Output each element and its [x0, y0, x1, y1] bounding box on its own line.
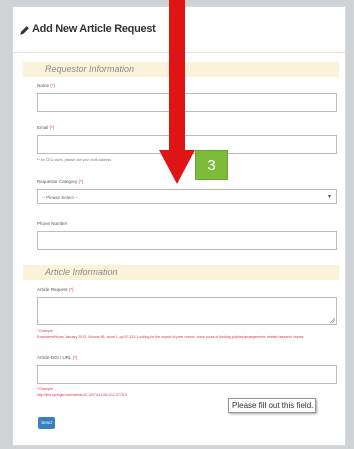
- article-request-textarea[interactable]: [37, 297, 337, 325]
- pencil-icon: [20, 26, 29, 35]
- required-mark: (*): [49, 125, 55, 130]
- article-doi-example-text: http://link.springer.com/article/10.1007…: [37, 393, 127, 397]
- article-doi-example-title: * Example: [37, 387, 53, 391]
- caret-down-icon: ▼: [327, 194, 332, 200]
- validation-tooltip: Please fill out this field.: [228, 398, 316, 413]
- article-request-example-title: * Example: [37, 329, 53, 333]
- category-label: Requestor Category (*): [37, 179, 83, 184]
- name-label: Name (*): [37, 83, 55, 88]
- article-request-label-text: Article Request: [37, 287, 68, 292]
- article-doi-input[interactable]: [37, 365, 337, 384]
- article-doi-label: Article DOI / URL (*): [37, 355, 77, 360]
- red-arrow-head: [159, 150, 195, 184]
- required-mark: (*): [68, 287, 74, 292]
- phone-label: Phone Number: [37, 221, 68, 226]
- email-label: Email (*): [37, 125, 54, 130]
- send-button[interactable]: Send: [38, 417, 55, 429]
- step-number-badge: 3: [195, 150, 228, 180]
- article-section-heading: Article Information: [23, 265, 339, 280]
- email-note: ** for CEU users, please use your work a…: [37, 158, 112, 162]
- article-request-example-text: Examiners/Hours January 2012; Volume 66,…: [37, 335, 304, 339]
- red-arrow-shaft: [169, 0, 185, 152]
- category-label-text: Requestor Category: [37, 179, 78, 184]
- article-request-label: Article Request (*): [37, 287, 74, 292]
- resize-grip-icon[interactable]: [329, 317, 335, 323]
- category-selected-value: -- Please Select --: [42, 195, 79, 200]
- required-mark: (*): [72, 355, 78, 360]
- article-doi-label-text: Article DOI / URL: [37, 355, 72, 360]
- phone-input[interactable]: [37, 231, 337, 250]
- page-title: Add New Article Request: [32, 23, 156, 35]
- name-label-text: Name: [37, 83, 50, 88]
- required-mark: (*): [50, 83, 56, 88]
- requestor-section-title: Requestor Information: [45, 64, 135, 74]
- category-select[interactable]: -- Please Select -- ▼: [37, 189, 337, 204]
- article-section-title: Article Information: [45, 267, 118, 277]
- email-label-text: Email: [37, 125, 49, 130]
- name-input[interactable]: [37, 93, 337, 112]
- required-mark: (*): [78, 179, 84, 184]
